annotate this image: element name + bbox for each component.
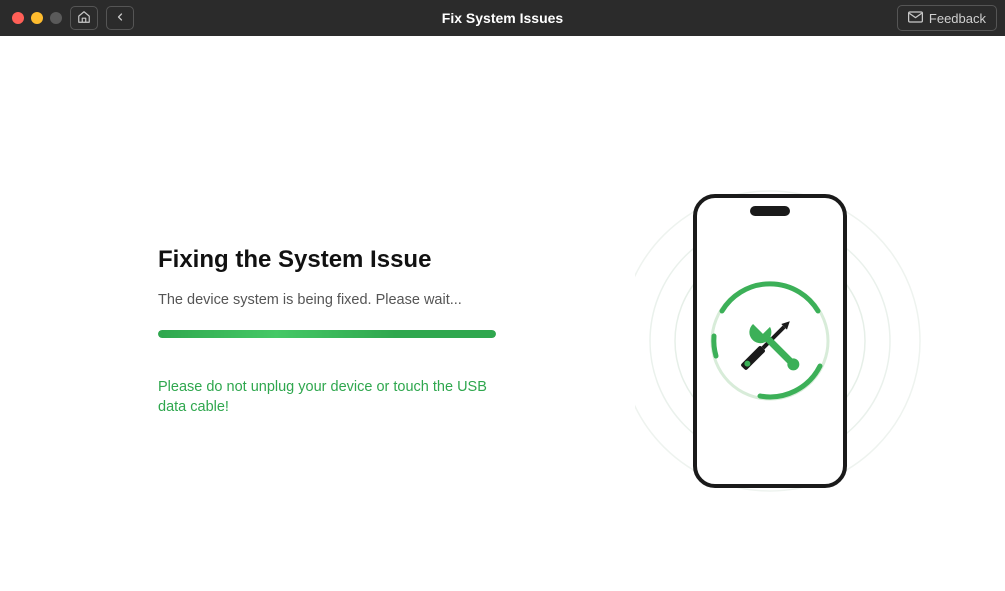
warning-text: Please do not unplug your device or touc…	[158, 378, 488, 417]
progress-bar	[158, 330, 496, 338]
progress-fill	[158, 330, 496, 338]
status-text: The device system is being fixed. Please…	[158, 292, 518, 308]
page-title: Fixing the System Issue	[158, 246, 518, 274]
window-title: Fix System Issues	[0, 10, 1005, 26]
window-controls	[12, 12, 62, 24]
phone-repair-illustration	[635, 156, 935, 516]
home-button[interactable]	[70, 6, 98, 30]
home-icon	[77, 10, 91, 27]
maximize-window-button[interactable]	[50, 12, 62, 24]
device-illustration	[635, 156, 935, 516]
chevron-left-icon	[114, 11, 126, 26]
feedback-label: Feedback	[929, 11, 986, 26]
main-content: Fixing the System Issue The device syste…	[0, 36, 1005, 591]
minimize-window-button[interactable]	[31, 12, 43, 24]
feedback-button[interactable]: Feedback	[897, 5, 997, 31]
close-window-button[interactable]	[12, 12, 24, 24]
titlebar: Fix System Issues Feedback	[0, 0, 1005, 36]
mail-icon	[908, 11, 923, 26]
back-button[interactable]	[106, 6, 134, 30]
status-panel: Fixing the System Issue The device syste…	[158, 246, 518, 417]
